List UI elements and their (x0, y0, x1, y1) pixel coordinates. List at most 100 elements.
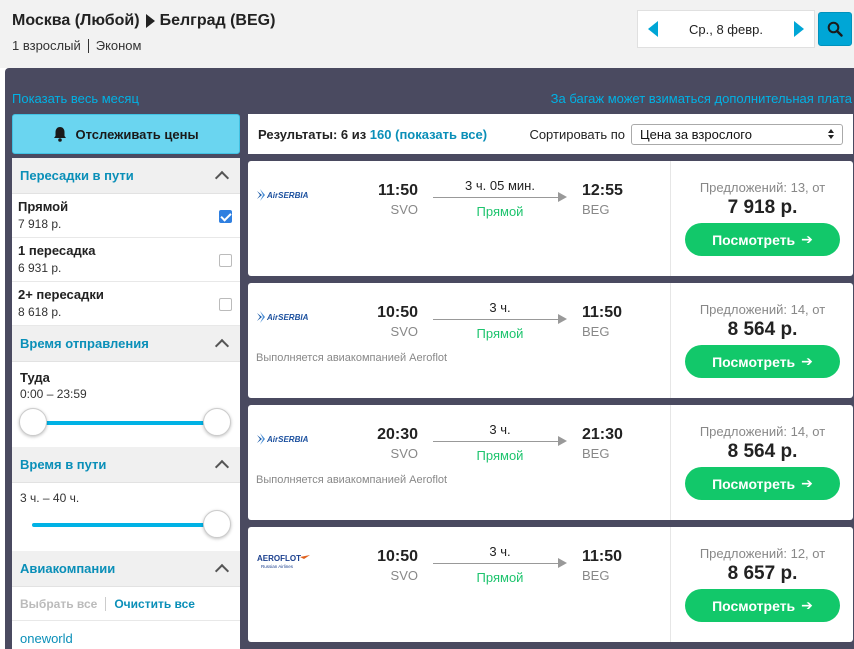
stop-type: Прямой (476, 448, 524, 463)
search-header: Москва (Любой) Белград (BEG) 1 взрослый … (0, 0, 854, 68)
view-deal-label: Посмотреть (712, 597, 796, 614)
arrival-airport: BEG (582, 446, 610, 461)
duration-filter: 3 ч. – 40 ч. (12, 483, 240, 551)
sort-select[interactable]: Цена за взрослого (631, 123, 843, 145)
flight-arrow-icon (433, 436, 567, 446)
view-deal-button[interactable]: Посмотреть ➔ (685, 589, 840, 622)
departure-time: 10:50 (377, 304, 418, 321)
airlines-header[interactable]: Авиакомпании (12, 551, 240, 587)
direct-checkbox[interactable] (219, 210, 232, 223)
stop-option-label: 1 пересадка (18, 243, 96, 258)
select-all-airlines[interactable]: Выбрать все (20, 597, 97, 611)
duration-header[interactable]: Время в пути (12, 447, 240, 483)
stop-option-one[interactable]: 1 пересадка 6 931 р. (12, 238, 240, 282)
departure-slider-track[interactable] (32, 421, 218, 425)
duration-slider-track[interactable] (32, 523, 210, 527)
arrival-time: 21:30 (582, 426, 623, 443)
view-deal-label: Посмотреть (712, 353, 796, 370)
view-deal-button[interactable]: Посмотреть ➔ (685, 223, 840, 256)
show-whole-month-link[interactable]: Показать весь месяц (12, 91, 139, 106)
flight-arrow-icon (433, 192, 567, 202)
departure-direction: Туда (20, 370, 50, 385)
arrival-time: 11:50 (582, 548, 623, 565)
flight-duration: 3 ч. (489, 544, 511, 559)
results-total[interactable]: 160 (370, 127, 392, 142)
flight-arrow-icon (433, 558, 567, 568)
aeroflot-logo-icon: AEROFLOT Russian Airlines (257, 554, 310, 569)
route-arrow-icon (145, 14, 155, 28)
price-column: Предложений: 13, от 7 918 р. Посмотреть ➔ (670, 161, 853, 276)
airserbia-logo-icon: AirSERBIA (257, 311, 309, 323)
track-prices-label: Отслеживать цены (75, 126, 199, 142)
stop-option-direct[interactable]: Прямой 7 918 р. (12, 194, 240, 238)
view-deal-label: Посмотреть (712, 231, 796, 248)
departure-time-title: Время отправления (20, 336, 149, 351)
passenger-count: 1 взрослый (12, 38, 81, 53)
chevron-up-icon[interactable] (214, 459, 230, 475)
arrow-right-icon: ➔ (801, 597, 813, 613)
departure-time-header[interactable]: Время отправления (12, 326, 240, 362)
stop-option-price: 6 931 р. (18, 261, 62, 275)
arrival-airport: BEG (582, 202, 610, 217)
departure-time: 20:30 (377, 426, 418, 443)
price: 8 564 р. (727, 319, 798, 340)
one-stop-checkbox[interactable] (219, 254, 232, 267)
arrow-right-icon: ➔ (801, 475, 813, 491)
chevron-up-icon[interactable] (214, 170, 230, 186)
two-plus-stops-checkbox[interactable] (219, 298, 232, 311)
arrow-right-icon: ➔ (801, 353, 813, 369)
next-date-button[interactable] (784, 11, 814, 47)
departure-time-range: 0:00 – 23:59 (20, 387, 87, 401)
stop-option-label: Прямой (18, 199, 69, 214)
sort-selected-value: Цена за взрослого (640, 126, 752, 142)
stop-option-price: 7 918 р. (18, 217, 62, 231)
price-column: Предложений: 14, от 8 564 р. Посмотреть ➔ (670, 405, 853, 520)
selected-date[interactable]: Ср., 8 февр. (668, 22, 784, 37)
select-arrows-icon (828, 129, 834, 139)
cabin-class: Эконом (95, 38, 142, 53)
result-card[interactable]: AirSERBIA 11:50 SVO 3 ч. 05 мин. Прямой … (248, 161, 853, 276)
price-column: Предложений: 12, от 8 657 р. Посмотреть ➔ (670, 527, 853, 642)
svg-text:AEROFLOT: AEROFLOT (257, 554, 301, 563)
view-deal-button[interactable]: Посмотреть ➔ (685, 345, 840, 378)
divider (105, 596, 107, 611)
divider (87, 38, 89, 53)
departure-slider-min-handle[interactable] (19, 408, 47, 436)
flight-duration: 3 ч. (489, 422, 511, 437)
date-picker[interactable]: Ср., 8 февр. (637, 10, 815, 48)
price-column: Предложений: 14, от 8 564 р. Посмотреть ➔ (670, 283, 853, 398)
duration-slider-handle[interactable] (203, 510, 231, 538)
alliance-oneworld[interactable]: oneworld (12, 621, 240, 649)
result-card[interactable]: AirSERBIA 20:30 SVO 3 ч. Прямой 21:30 BE… (248, 405, 853, 520)
svg-text:AirSERBIA: AirSERBIA (266, 191, 309, 200)
stop-type: Прямой (476, 204, 524, 219)
offers-count: Предложений: 13, от (699, 180, 826, 195)
arrival-time: 12:55 (582, 182, 623, 199)
view-deal-button[interactable]: Посмотреть ➔ (685, 467, 840, 500)
chevron-up-icon[interactable] (214, 563, 230, 579)
offers-count: Предложений: 12, от (699, 546, 826, 561)
show-all-results-link[interactable]: (показать все) (392, 127, 487, 142)
stops-filter-header[interactable]: Пересадки в пути (12, 158, 240, 194)
result-card[interactable]: AirSERBIA 10:50 SVO 3 ч. Прямой 11:50 BE… (248, 283, 853, 398)
search-button[interactable] (818, 12, 852, 46)
flight-duration: 3 ч. (489, 300, 511, 315)
track-prices-button[interactable]: Отслеживать цены (12, 114, 240, 154)
baggage-fee-link[interactable]: За багаж может взиматься дополнительная … (551, 91, 852, 106)
arrival-airport: BEG (582, 568, 610, 583)
price: 7 918 р. (727, 197, 798, 218)
sort-label: Сортировать по (529, 126, 625, 142)
departure-airport: SVO (390, 446, 418, 461)
departure-slider-max-handle[interactable] (203, 408, 231, 436)
results-count-prefix: Результаты: 6 из (258, 126, 370, 142)
clear-all-airlines[interactable]: Очистить все (114, 597, 195, 611)
stop-option-two-plus[interactable]: 2+ пересадки 8 618 р. (12, 282, 240, 326)
stop-option-price: 8 618 р. (18, 305, 62, 319)
result-card[interactable]: AEROFLOT Russian Airlines 10:50 SVO 3 ч.… (248, 527, 853, 642)
previous-date-button[interactable] (638, 11, 668, 47)
view-deal-label: Посмотреть (712, 475, 796, 492)
chevron-left-icon (648, 21, 658, 37)
trip-details: 1 взрослый Эконом (12, 38, 141, 53)
chevron-up-icon[interactable] (214, 338, 230, 354)
offers-count: Предложений: 14, от (699, 302, 826, 317)
